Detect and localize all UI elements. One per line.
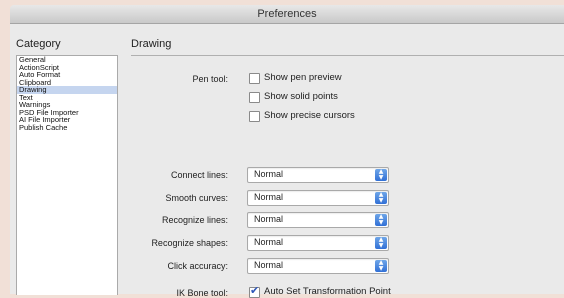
select-arrows-icon: ▲ ▼ (375, 169, 387, 181)
ik-bone-tool-label: IK Bone tool: (176, 288, 228, 298)
recognize-lines-value: Normal (254, 214, 284, 224)
show-precise-cursors-label[interactable]: Show precise cursors (264, 110, 355, 121)
select-arrows-icon: ▲ ▼ (375, 192, 387, 204)
recognize-shapes-value: Normal (254, 237, 284, 247)
smooth-curves-label: Smooth curves: (165, 193, 228, 203)
section-divider (131, 55, 564, 56)
pen-tool-label: Pen tool: (192, 74, 228, 84)
window-title: Preferences (257, 8, 317, 20)
connect-lines-select[interactable]: Normal ▲ ▼ (247, 167, 389, 183)
auto-set-transformation-point-checkbox[interactable] (249, 284, 260, 298)
click-accuracy-value: Normal (254, 260, 284, 270)
category-heading: Category (16, 38, 61, 50)
connect-lines-value: Normal (254, 169, 284, 179)
auto-set-transformation-point-label[interactable]: Auto Set Transformation Point (264, 286, 391, 297)
click-accuracy-label: Click accuracy: (167, 261, 228, 271)
show-solid-points-checkbox[interactable] (249, 92, 260, 103)
show-precise-cursors-checkbox[interactable] (249, 111, 260, 122)
select-arrows-icon: ▲ ▼ (375, 214, 387, 226)
smooth-curves-select[interactable]: Normal ▲ ▼ (247, 190, 389, 206)
select-arrows-icon: ▲ ▼ (375, 237, 387, 249)
show-solid-points-label[interactable]: Show solid points (264, 91, 338, 102)
title-bar: Preferences (10, 5, 564, 24)
show-pen-preview-label[interactable]: Show pen preview (264, 72, 342, 83)
select-arrows-icon: ▲ ▼ (375, 260, 387, 272)
recognize-lines-label: Recognize lines: (161, 215, 228, 225)
smooth-curves-value: Normal (254, 192, 284, 202)
connect-lines-label: Connect lines: (170, 170, 228, 180)
recognize-shapes-select[interactable]: Normal ▲ ▼ (247, 235, 389, 251)
recognize-lines-select[interactable]: Normal ▲ ▼ (247, 212, 389, 228)
show-pen-preview-checkbox[interactable] (249, 73, 260, 84)
category-item-publish-cache[interactable]: Publish Cache (17, 123, 117, 132)
click-accuracy-select[interactable]: Normal ▲ ▼ (247, 258, 389, 274)
recognize-shapes-label: Recognize shapes: (151, 238, 228, 248)
preferences-window: Category General ActionScript Auto Forma… (10, 24, 564, 298)
section-title: Drawing (131, 38, 172, 50)
